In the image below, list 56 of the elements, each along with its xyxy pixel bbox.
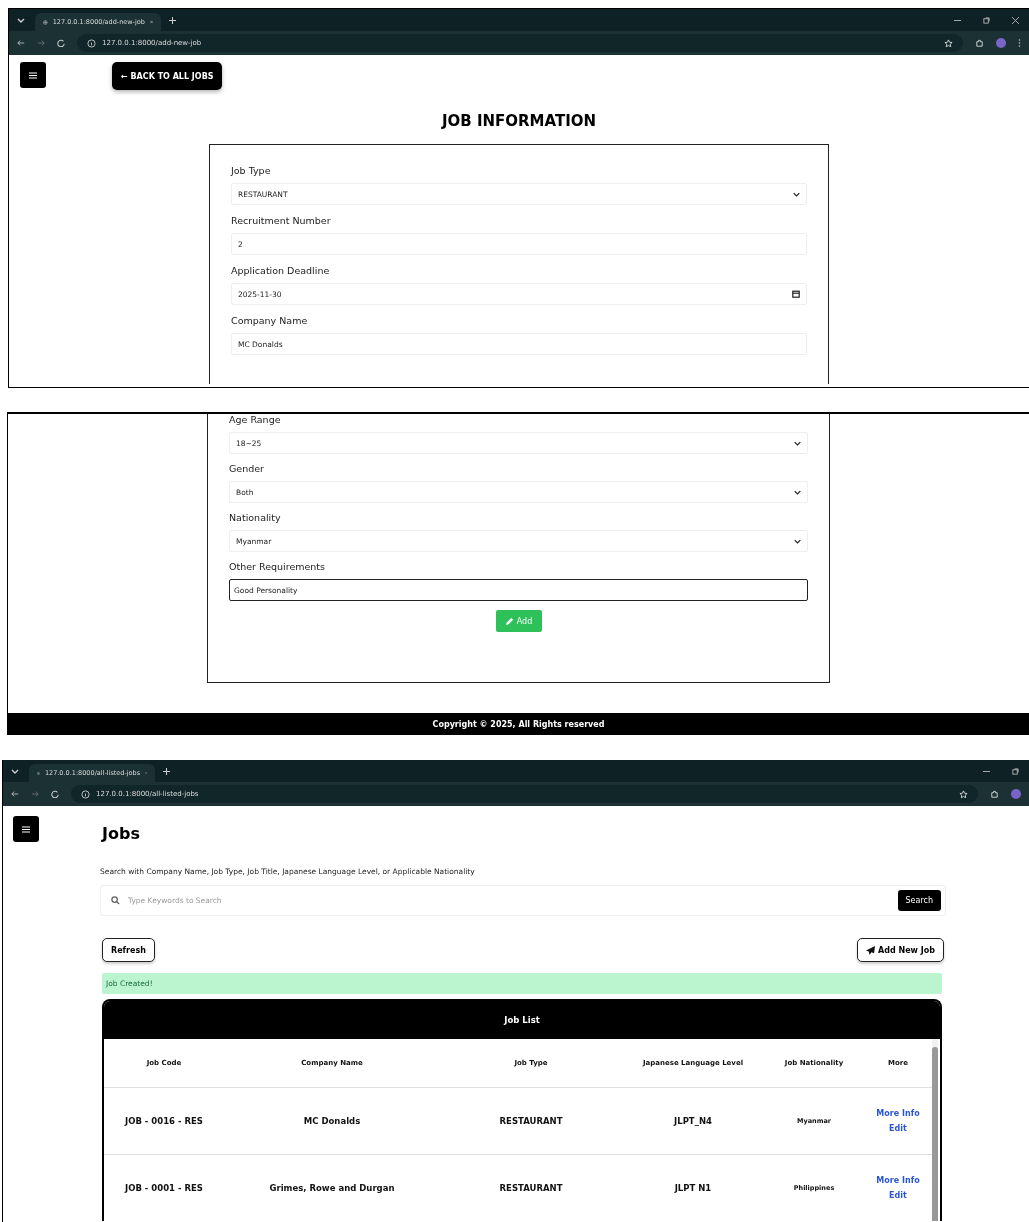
- field-label: Application Deadline: [231, 265, 331, 277]
- star-icon[interactable]: [959, 789, 968, 799]
- back-button[interactable]: ← BACK TO ALL JOBS: [112, 62, 223, 90]
- new-tab-icon[interactable]: [163, 767, 170, 775]
- field-label: Gender: [229, 463, 265, 475]
- field-label: Recruitment Number: [231, 215, 332, 227]
- profile-avatar[interactable]: [1011, 789, 1021, 799]
- reload-icon[interactable]: [51, 790, 59, 798]
- row-link[interactable]: More Info: [876, 1176, 920, 1185]
- reload-icon[interactable]: [57, 39, 65, 47]
- pencil-icon: [504, 616, 514, 626]
- field-label: Age Range: [229, 414, 282, 426]
- paper-plane-icon: [866, 945, 876, 955]
- field-label: Job Type: [231, 165, 272, 177]
- back-arrow-icon[interactable]: [17, 39, 25, 47]
- row-link[interactable]: More Info: [876, 1109, 920, 1118]
- back-arrow-icon[interactable]: [11, 790, 19, 798]
- row-link[interactable]: Edit: [889, 1191, 907, 1200]
- table-cell-text: JLPT N1: [673, 1183, 713, 1193]
- page-title: JOB INFORMATION: [440, 112, 598, 130]
- menu-button[interactable]: [20, 62, 46, 88]
- info-icon: [81, 789, 90, 799]
- new-tab-icon[interactable]: [169, 16, 176, 24]
- table-title: Job List: [504, 1015, 540, 1025]
- table-cell-text: JLPT_N4: [672, 1116, 713, 1126]
- search-button[interactable]: Search: [897, 890, 941, 911]
- profile-avatar[interactable]: [996, 38, 1006, 48]
- menu-button[interactable]: [13, 816, 39, 842]
- star-icon[interactable]: [944, 38, 953, 48]
- restore-icon[interactable]: [983, 16, 990, 24]
- search-icon: [111, 896, 120, 905]
- field-label: Company Name: [231, 315, 309, 327]
- chevron-down-icon: [794, 538, 801, 544]
- info-icon: [87, 38, 96, 48]
- menu-icon: [22, 825, 30, 833]
- table-cell-text: MC Donalds: [302, 1116, 362, 1126]
- copyright-text: Copyright © 2025, All Rights reserved: [432, 719, 605, 729]
- table-cell-text: JOB - 0001 - RES: [123, 1183, 204, 1193]
- row-link[interactable]: Edit: [889, 1124, 907, 1133]
- chevron-down-icon: [793, 191, 800, 197]
- chevron-down-icon: [794, 440, 801, 446]
- calendar-icon: [792, 290, 800, 298]
- scrollbar[interactable]: [932, 1039, 938, 1221]
- table-cell-text: Grimes, Rowe and Durgan: [268, 1183, 396, 1193]
- field-label: Other Requirements: [229, 561, 327, 573]
- restore-icon[interactable]: [1012, 767, 1019, 775]
- chevron-down-icon: [794, 489, 801, 495]
- kebab-menu-icon[interactable]: [1018, 38, 1021, 48]
- page-title: Jobs: [102, 824, 141, 843]
- table-cell-text: RESTAURANT: [498, 1116, 564, 1126]
- add-new-job-button[interactable]: Add New Job: [857, 938, 944, 962]
- refresh-button[interactable]: Refresh: [102, 938, 155, 962]
- field-label: Nationality: [229, 512, 282, 524]
- table-cell-text: RESTAURANT: [498, 1183, 564, 1193]
- table-cell-text: JOB - 0016 - RES: [123, 1116, 204, 1126]
- menu-icon: [29, 71, 37, 79]
